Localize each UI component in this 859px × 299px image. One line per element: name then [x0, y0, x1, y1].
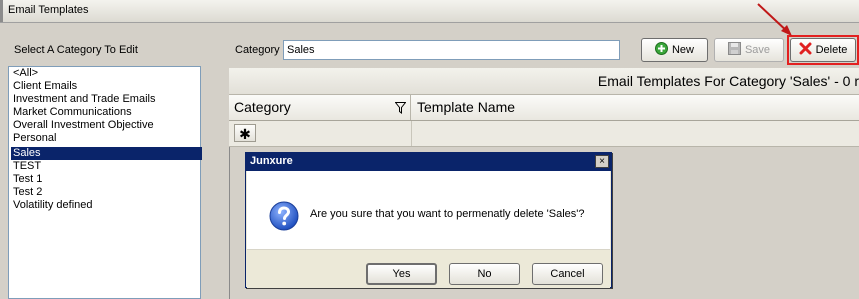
- new-button[interactable]: New: [641, 38, 708, 62]
- dialog-button-row: Yes No Cancel: [247, 249, 610, 288]
- column-header-category[interactable]: Category: [229, 95, 411, 120]
- column-header-template-name[interactable]: Template Name: [411, 95, 859, 120]
- filter-icon[interactable]: [394, 101, 407, 117]
- title-divider: [0, 22, 859, 23]
- category-item-test-upper[interactable]: TEST: [11, 160, 202, 173]
- new-row-divider: [411, 121, 412, 146]
- category-panel-title: Select A Category To Edit: [14, 44, 138, 56]
- window-edge: [0, 0, 3, 22]
- delete-button[interactable]: Delete: [790, 38, 856, 62]
- grid-caption-bar: Email Templates For Category 'Sales' - 0…: [229, 68, 859, 95]
- dialog-body: Are you sure that you want to permenatly…: [247, 171, 610, 249]
- red-arrow-icon: [757, 3, 792, 36]
- question-icon: [269, 201, 299, 234]
- add-icon: [654, 42, 668, 58]
- new-row-asterisk-icon[interactable]: ✱: [234, 124, 256, 142]
- category-item-test-2[interactable]: Test 2: [11, 186, 202, 199]
- delete-button-label: Delete: [815, 44, 848, 56]
- no-button[interactable]: No: [449, 263, 520, 285]
- grid-caption: Email Templates For Category 'Sales' - 0…: [597, 73, 859, 89]
- category-item-volatility[interactable]: Volatility defined: [11, 199, 202, 212]
- save-button[interactable]: Save: [714, 38, 784, 62]
- category-item-client-emails[interactable]: Client Emails: [11, 80, 202, 93]
- grid-new-row[interactable]: ✱: [229, 121, 859, 147]
- category-item-all[interactable]: <All>: [11, 67, 202, 80]
- yes-button[interactable]: Yes: [366, 263, 437, 285]
- category-item-overall-investment[interactable]: Overall Investment Objective: [11, 119, 202, 132]
- category-item-sales[interactable]: Sales: [11, 147, 202, 160]
- category-item-market-communications[interactable]: Market Communications: [11, 106, 202, 119]
- category-field-label: Category: [235, 44, 280, 56]
- window-title-bar: [0, 0, 859, 22]
- new-button-label: New: [671, 44, 694, 56]
- column-header-category-label: Category: [234, 99, 291, 115]
- delete-x-icon: [799, 42, 812, 58]
- category-item-investment-trade[interactable]: Investment and Trade Emails: [11, 93, 202, 106]
- cancel-button[interactable]: Cancel: [532, 263, 603, 285]
- floppy-disk-icon: [727, 42, 741, 58]
- category-name-input[interactable]: [283, 40, 620, 60]
- dialog-close-button[interactable]: ×: [595, 155, 609, 168]
- category-list[interactable]: <All> Client Emails Investment and Trade…: [8, 66, 202, 299]
- window-title: Email Templates: [8, 4, 89, 16]
- save-button-label: Save: [744, 44, 771, 56]
- dialog-message: Are you sure that you want to permenatly…: [310, 208, 585, 220]
- dialog-title: Junxure: [250, 155, 293, 167]
- grid-header: Category Template Name: [229, 95, 859, 121]
- category-item-personal[interactable]: Personal: [11, 132, 202, 145]
- column-header-template-label: Template Name: [417, 99, 516, 115]
- confirm-delete-dialog: Junxure × Are you sure that you want to …: [245, 152, 612, 288]
- dialog-title-bar[interactable]: Junxure ×: [246, 153, 611, 171]
- category-item-test-1[interactable]: Test 1: [11, 173, 202, 186]
